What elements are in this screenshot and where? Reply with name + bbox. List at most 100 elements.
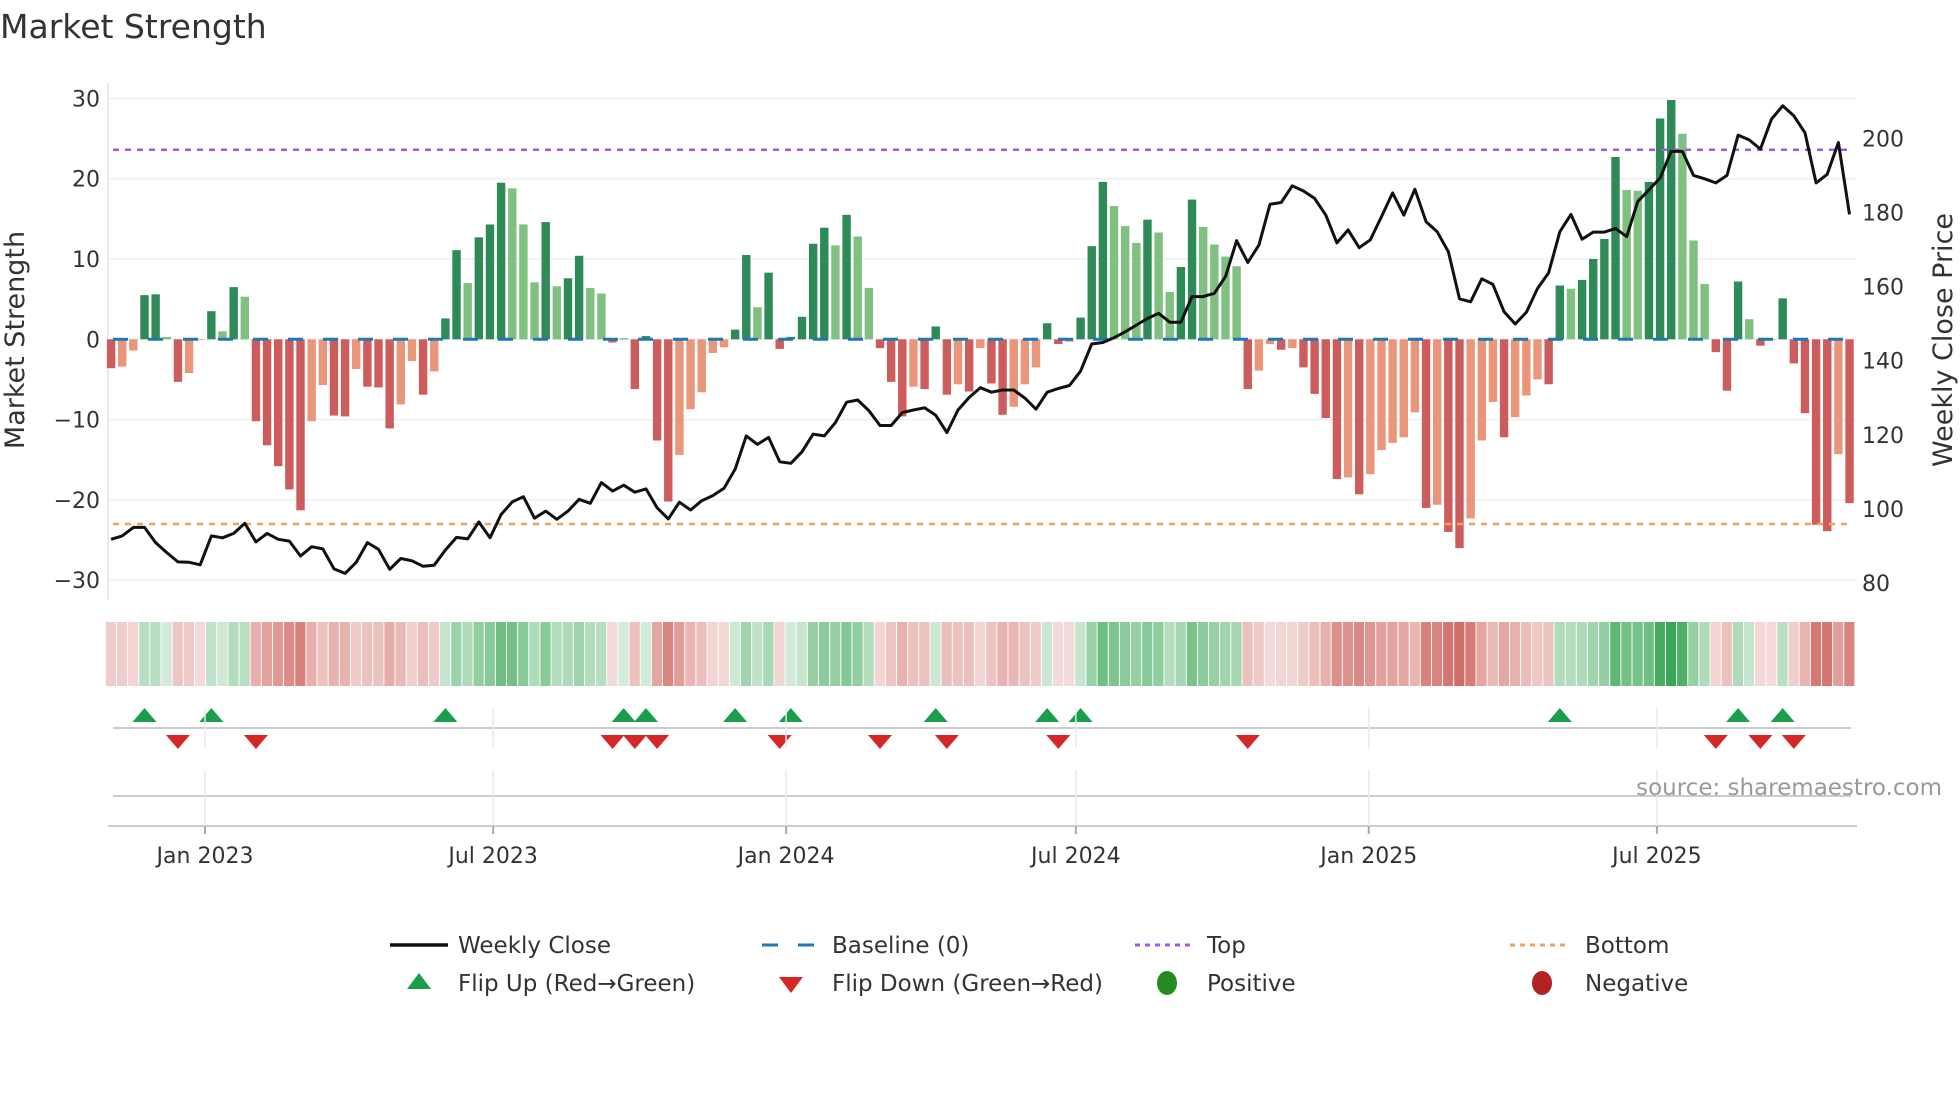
heat-cell — [1743, 622, 1755, 686]
strength-bar — [251, 339, 261, 422]
strength-bar — [898, 339, 907, 417]
flip-up-marker — [433, 708, 458, 722]
heat-cell — [1275, 622, 1287, 686]
heat-cell — [1844, 622, 1855, 686]
strength-bar — [296, 339, 305, 511]
strength-bar — [318, 339, 328, 386]
strength-bar — [329, 339, 339, 416]
circle-icon — [1157, 971, 1177, 995]
heat-cell — [1287, 622, 1298, 686]
strength-bar — [541, 222, 550, 340]
heat-cell — [161, 622, 172, 686]
heat-cell — [250, 622, 261, 686]
flip-down-marker — [622, 735, 647, 749]
strength-bar — [396, 339, 406, 405]
strength-bar — [764, 272, 773, 340]
strength-bar — [262, 339, 272, 446]
strength-bar — [1499, 339, 1509, 438]
strength-bar — [1589, 259, 1598, 340]
heat-cell — [1587, 622, 1599, 686]
heat-cell — [1732, 622, 1743, 686]
heat-cell — [239, 622, 250, 686]
heat-cell — [1476, 622, 1487, 686]
heat-cell — [228, 622, 239, 686]
heat-cell — [462, 622, 473, 686]
strength-bar — [998, 339, 1007, 415]
x-axis: Jan 2023 Jul 2023 Jan 2024 Jul 2024 Jan 2025… — [108, 708, 1857, 869]
heat-cell — [885, 622, 897, 686]
strength-bar — [463, 283, 472, 340]
strength-bar — [864, 287, 874, 340]
legend-label: Flip Up (Red→Green) — [458, 971, 695, 997]
flip-down-marker — [1235, 735, 1260, 749]
strength-bar — [931, 326, 940, 340]
heat-cell — [451, 622, 462, 686]
flip-up-marker — [1726, 708, 1751, 722]
strength-bar — [1522, 339, 1531, 396]
strength-bar — [519, 224, 528, 340]
legend-label: Weekly Close — [458, 933, 611, 959]
y2-tick-label: 80 — [1862, 572, 1890, 597]
chart-title: Market Strength — [0, 7, 267, 46]
heat-cell — [796, 622, 807, 686]
strength-bar — [909, 339, 918, 387]
heat-cell — [1231, 622, 1242, 686]
heat-cell — [1710, 622, 1721, 686]
heat-cell — [339, 622, 350, 686]
heat-cell — [518, 622, 529, 686]
strength-bar — [1076, 317, 1085, 340]
left-axis-title: Market Strength — [0, 231, 31, 449]
heat-cell — [1799, 622, 1810, 686]
heat-cell — [1053, 622, 1064, 686]
strength-bar — [552, 286, 562, 340]
heat-cell — [1064, 622, 1075, 686]
heat-cell — [1543, 622, 1554, 686]
strength-bar — [1622, 189, 1631, 340]
strength-bar — [1276, 339, 1286, 350]
heat-cell — [584, 622, 596, 686]
heat-cell — [1654, 622, 1665, 686]
heat-cell — [183, 622, 194, 686]
strength-bar — [1667, 100, 1676, 340]
heat-cell — [172, 622, 183, 686]
flip-up-marker — [633, 708, 658, 722]
strength-bar — [1834, 339, 1843, 455]
triangle-down-icon — [779, 977, 803, 993]
heat-cell — [1353, 622, 1365, 686]
y2-tick-label: 200 — [1862, 127, 1904, 152]
heat-cell — [718, 622, 729, 686]
strength-bar — [708, 339, 718, 353]
heat-cell — [1420, 622, 1431, 686]
heat-cell — [930, 622, 941, 686]
strength-bar — [1187, 199, 1197, 340]
heat-cell — [194, 622, 206, 686]
heat-cell — [963, 622, 975, 686]
flip-up-marker — [1068, 708, 1093, 722]
strength-bar — [1477, 339, 1486, 441]
legend-label: Baseline (0) — [832, 933, 969, 959]
strength-bar — [229, 287, 238, 340]
strength-bar — [1811, 339, 1821, 525]
flip-up-marker — [923, 708, 948, 722]
circle-icon — [1532, 971, 1552, 995]
heat-cell — [1398, 622, 1409, 686]
heat-cell — [1554, 622, 1565, 686]
strength-bar — [496, 182, 506, 340]
strength-bar — [1488, 339, 1498, 402]
strength-bar — [129, 339, 138, 351]
legend-item-dot-orange: Bottom — [1510, 933, 1669, 959]
heat-cell — [1186, 622, 1197, 686]
heat-cell — [1108, 622, 1119, 686]
strength-bar — [1611, 157, 1620, 340]
legend-label: Top — [1206, 933, 1246, 959]
strength-bar — [1310, 339, 1319, 394]
strength-bar — [1288, 339, 1297, 349]
heat-cell — [941, 622, 952, 686]
heat-cell — [1175, 622, 1186, 686]
heat-cell — [1376, 622, 1387, 686]
heat-cell — [1342, 622, 1353, 686]
strength-bar — [842, 214, 851, 340]
legend-item-circle-red: Negative — [1532, 971, 1688, 997]
strength-bar — [106, 339, 116, 369]
y2-tick-label: 160 — [1862, 276, 1904, 301]
